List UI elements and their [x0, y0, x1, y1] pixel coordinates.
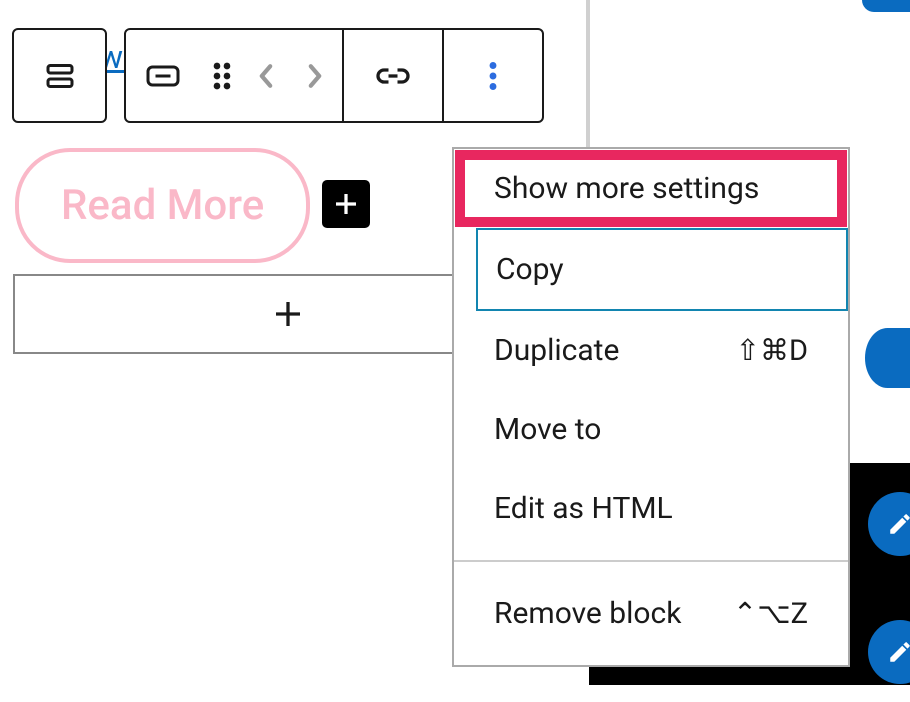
- button-type-icon: [145, 63, 181, 89]
- pencil-icon: [887, 511, 910, 537]
- move-prev-button[interactable]: [244, 30, 288, 121]
- menu-item-label: Show more settings: [494, 171, 759, 206]
- menu-item-label: Edit as HTML: [494, 491, 673, 526]
- drag-handle-button[interactable]: [200, 30, 244, 121]
- link-icon: [375, 66, 411, 86]
- drag-icon: [212, 61, 232, 91]
- block-options-menu: Show more settings Copy Duplicate ⇧⌘D Mo…: [452, 147, 850, 667]
- menu-item-label: Remove block: [494, 596, 681, 631]
- menu-item-move-to[interactable]: Move to: [454, 390, 848, 469]
- chevron-left-icon: [256, 62, 276, 90]
- plus-icon: [331, 189, 361, 219]
- menu-item-edit-as-html[interactable]: Edit as HTML: [454, 469, 848, 560]
- plus-icon: [270, 296, 306, 332]
- menu-item-label: Duplicate: [494, 333, 619, 368]
- block-toolbar: [12, 28, 544, 123]
- menu-item-shortcut: ⇧⌘D: [736, 333, 808, 368]
- read-more-button[interactable]: Read More: [15, 148, 310, 263]
- menu-item-remove-block[interactable]: Remove block ⌃⌥Z: [454, 562, 848, 665]
- block-type-button[interactable]: [126, 30, 200, 121]
- menu-item-shortcut: ⌃⌥Z: [733, 596, 808, 631]
- toolbar-main-group: [124, 28, 544, 123]
- menu-item-show-more-settings[interactable]: Show more settings: [454, 149, 848, 228]
- link-button[interactable]: [344, 30, 442, 121]
- menu-item-label: Copy: [496, 252, 564, 287]
- pencil-icon: [887, 639, 910, 665]
- menu-item-duplicate[interactable]: Duplicate ⇧⌘D: [454, 311, 848, 390]
- chevron-right-icon: [305, 62, 325, 90]
- menu-item-label: Move to: [494, 412, 601, 447]
- more-options-button[interactable]: [444, 30, 542, 121]
- block-parent-icon: [42, 58, 78, 94]
- menu-item-copy[interactable]: Copy: [476, 228, 848, 311]
- sidebar-accent: [865, 328, 910, 388]
- sidebar-accent: [862, 0, 910, 12]
- move-next-button[interactable]: [288, 30, 342, 121]
- inline-inserter-button[interactable]: [322, 180, 370, 228]
- more-vertical-icon: [488, 61, 498, 91]
- read-more-label: Read More: [61, 181, 264, 230]
- parent-block-button[interactable]: [12, 28, 107, 123]
